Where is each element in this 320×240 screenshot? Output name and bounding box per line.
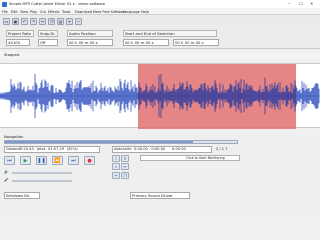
section-counter: 2 / 1 7 xyxy=(216,147,228,151)
save-icon[interactable]: ▣ xyxy=(12,17,19,25)
current-label: Jetzt: xyxy=(37,147,47,151)
menu-play[interactable]: Play xyxy=(30,10,37,14)
select-tool-button[interactable]: I xyxy=(112,155,120,162)
menu-view[interactable]: View xyxy=(20,10,28,14)
copy-icon[interactable]: ❐ xyxy=(48,17,55,25)
open-icon[interactable]: ▭ xyxy=(3,17,10,25)
close-icon[interactable]: ✕ xyxy=(310,1,313,6)
zoom-tool-button[interactable]: ⌕ xyxy=(112,163,120,170)
menu-help[interactable]: Help xyxy=(141,10,149,14)
redo-icon[interactable]: ↷ xyxy=(30,17,37,25)
menu-download[interactable]: Download More Free Software xyxy=(75,10,126,14)
project-rate-label: Project Rate (Hz) xyxy=(6,30,34,43)
menu-language[interactable]: Language xyxy=(123,10,140,14)
pause-button[interactable]: ❚❚ xyxy=(36,156,47,165)
section-label: Abschnitt: xyxy=(114,147,133,151)
progress-track[interactable] xyxy=(4,140,238,144)
audio-position-field[interactable]: 00 h 00 m 00 s xyxy=(67,39,113,46)
zoom-out-icon[interactable]: − xyxy=(75,17,82,25)
timeshift-tool-button[interactable]: ↔ xyxy=(121,163,129,170)
toolbar: ▭ ▣ ↶ ↷ ✂ ❐ ▤ + − xyxy=(0,15,320,27)
mic-icon: 🎤 xyxy=(4,178,9,182)
cut-icon[interactable]: ✂ xyxy=(39,17,46,25)
selection-range-label: Start and End of Selection xyxy=(123,30,217,37)
record-icon: ● xyxy=(87,158,92,164)
play-icon: ▶ xyxy=(23,158,28,164)
record-button[interactable]: ● xyxy=(84,156,95,165)
waveform[interactable] xyxy=(0,64,320,129)
menu-tools[interactable]: Tools xyxy=(62,10,70,14)
skip-back-button[interactable]: ⏪ xyxy=(52,156,63,165)
input-slider[interactable] xyxy=(12,180,72,182)
app-icon xyxy=(2,1,7,7)
section-range: 0:00.00 - 0:00.00 xyxy=(134,147,166,151)
volume-slider[interactable] xyxy=(12,172,72,174)
scissors-icon: ✂ xyxy=(114,173,118,178)
minimize-icon[interactable]: – xyxy=(288,1,290,6)
selection-end-field[interactable]: 00 h 00 m 00 s xyxy=(173,39,219,46)
cut-tool-button[interactable]: ✂ xyxy=(112,172,120,179)
snap-to-label: Snap-To xyxy=(38,30,58,37)
skip-to-start-icon: ⏮ xyxy=(7,158,12,164)
copy-tool-button[interactable]: ❐ xyxy=(121,172,129,179)
envelope-tool-button[interactable]: ⇕ xyxy=(121,155,129,162)
audio-position-label: Audio Position xyxy=(67,30,113,37)
percent-value: (81%) xyxy=(67,147,78,151)
selection-start-field[interactable]: 00 h 00 m 00 s xyxy=(123,39,169,46)
snap-to-select[interactable]: Off xyxy=(38,39,58,46)
menu-bar: File Edit View Play Cut Effects Tools Do… xyxy=(0,8,320,15)
cursor-icon: I xyxy=(115,156,117,161)
progress-fill xyxy=(5,141,193,143)
menu-effects[interactable]: Effects xyxy=(48,10,60,14)
pause-icon: ❚❚ xyxy=(37,158,46,164)
monitor-text[interactable]: Click to Start Monitoring xyxy=(186,156,225,160)
title-bar: Simple MP3 Cutter Joiner Editor V2.x - d… xyxy=(0,0,320,8)
project-rate-select[interactable]: 44100 xyxy=(6,39,30,46)
navigation-heading: Navigation xyxy=(4,135,24,139)
undo-icon[interactable]: ↶ xyxy=(21,17,28,25)
speaker-icon: 🔊 xyxy=(4,170,9,174)
play-button[interactable]: ▶ xyxy=(20,156,31,165)
navigation-panel: Navigation Gesamt: 2:24.43 Jetzt: 01:57.… xyxy=(0,135,320,213)
zoom-in-icon[interactable]: + xyxy=(66,17,73,25)
status-text: Stopped. xyxy=(4,53,21,57)
menu-edit[interactable]: Edit xyxy=(11,10,18,14)
input-device-select[interactable]: Windows Dir xyxy=(4,192,40,199)
menu-file[interactable]: File xyxy=(2,10,8,14)
window-title: Simple MP3 Cutter Joiner Editor V2.x - d… xyxy=(9,1,106,6)
total-label: Gesamt: xyxy=(6,147,22,151)
maximize-icon[interactable]: ☐ xyxy=(299,1,303,6)
total-value: 2:24.43 xyxy=(20,147,34,151)
skip-to-end-button[interactable]: ⏭ xyxy=(68,156,79,165)
skip-to-start-button[interactable]: ⏮ xyxy=(4,156,15,165)
current-value: 01:57.29 xyxy=(48,147,65,151)
output-device-select[interactable]: Primary Sound Driver xyxy=(130,192,190,199)
skip-to-end-icon: ⏭ xyxy=(71,158,76,164)
paste-icon[interactable]: ▤ xyxy=(57,17,64,25)
section-extra: 0:00.00 xyxy=(172,147,186,151)
menu-cut[interactable]: Cut xyxy=(40,10,46,14)
copy-icon: ❐ xyxy=(123,173,127,178)
selection-toolbar: Project Rate (Hz) Snap-To Audio Position… xyxy=(0,27,320,49)
zoom-icon: ⌕ xyxy=(114,164,118,169)
rewind-icon: ⏪ xyxy=(54,158,61,164)
envelope-icon: ⇕ xyxy=(123,156,127,161)
timeshift-icon: ↔ xyxy=(123,164,127,169)
status-bar: Stopped. xyxy=(0,52,320,60)
waveform-panel[interactable] xyxy=(0,63,320,129)
